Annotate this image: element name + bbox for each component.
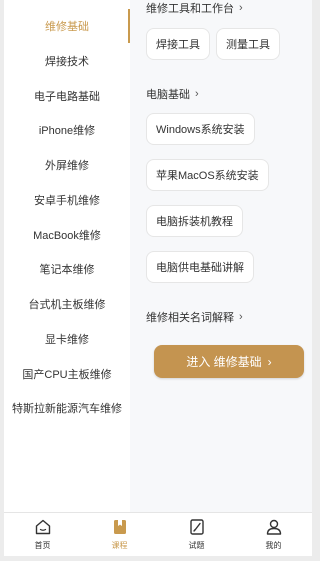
book-icon <box>113 520 126 534</box>
sidebar-item-soldering[interactable]: 焊接技术 <box>4 44 130 78</box>
chip-macos-install[interactable]: 苹果MacOS系统安装 <box>146 159 269 191</box>
chevron-right-icon: › <box>239 311 243 323</box>
chip-pc-disassembly[interactable]: 电脑拆装机教程 <box>146 205 243 237</box>
chip-pc-power[interactable]: 电脑供电基础讲解 <box>146 251 254 283</box>
sidebar-item-circuit-basics[interactable]: 电子电路基础 <box>4 79 130 113</box>
section-title-label: 维修相关名词解释 <box>146 312 234 324</box>
tab-home-label: 首页 <box>34 541 51 550</box>
category-sidebar: 维修基础 焊接技术 电子电路基础 iPhone维修 外屏维修 安卓手机维修 Ma… <box>4 0 130 512</box>
user-icon <box>266 519 281 535</box>
tab-courses-label: 课程 <box>111 541 128 550</box>
bottom-tab-bar: 首页 课程 试题 我的 <box>4 512 312 556</box>
section-title-glossary[interactable]: 维修相关名词解释 › <box>146 309 243 325</box>
sidebar-item-desktop-board[interactable]: 台式机主板维修 <box>4 287 130 321</box>
tab-courses[interactable]: 课程 <box>81 513 158 556</box>
chevron-right-icon: › <box>195 88 199 100</box>
sidebar-item-laptop[interactable]: 笔记本维修 <box>4 252 130 286</box>
tab-profile-label: 我的 <box>265 541 282 550</box>
tab-profile[interactable]: 我的 <box>235 513 312 556</box>
enter-category-button[interactable]: 进入 维修基础 › <box>154 345 304 378</box>
sidebar-item-android[interactable]: 安卓手机维修 <box>4 183 130 217</box>
sidebar-item-iphone[interactable]: iPhone维修 <box>4 113 130 147</box>
sidebar-item-tesla-ev[interactable]: 特斯拉新能源汽车维修 <box>4 391 130 425</box>
section-title-tools[interactable]: 维修工具和工作台 › <box>146 0 243 16</box>
sidebar-item-gpu[interactable]: 显卡维修 <box>4 322 130 356</box>
section-title-label: 维修工具和工作台 <box>146 3 234 15</box>
sidebar-item-domestic-cpu[interactable]: 国产CPU主板维修 <box>4 357 130 391</box>
chip-soldering-tools[interactable]: 焊接工具 <box>146 28 210 60</box>
chevron-right-icon: › <box>267 354 272 369</box>
app-frame: 维修基础 焊接技术 电子电路基础 iPhone维修 外屏维修 安卓手机维修 Ma… <box>4 0 312 556</box>
chip-measuring-tools[interactable]: 测量工具 <box>216 28 280 60</box>
section-title-label: 电脑基础 <box>146 89 190 101</box>
chip-windows-install[interactable]: Windows系统安装 <box>146 113 255 145</box>
sidebar-item-macbook[interactable]: MacBook维修 <box>4 218 130 252</box>
category-content: 维修工具和工作台 › 焊接工具 测量工具 电脑基础 › Windows系统安装 … <box>130 0 312 512</box>
tab-exam-label: 试题 <box>188 541 205 550</box>
sidebar-item-repair-basics[interactable]: 维修基础 <box>4 9 130 43</box>
tab-home[interactable]: 首页 <box>4 513 81 556</box>
sidebar-item-screen[interactable]: 外屏维修 <box>4 148 130 182</box>
home-icon <box>35 519 50 535</box>
enter-category-label: 进入 维修基础 <box>186 355 262 369</box>
chevron-right-icon: › <box>239 2 243 14</box>
exam-icon <box>189 519 204 535</box>
tab-exam[interactable]: 试题 <box>158 513 235 556</box>
section-title-pc-basics[interactable]: 电脑基础 › <box>146 86 199 102</box>
